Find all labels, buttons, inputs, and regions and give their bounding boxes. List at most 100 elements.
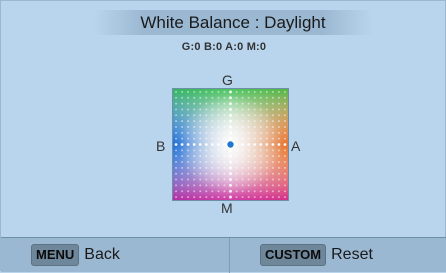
grid-dot bbox=[247, 102, 250, 105]
grid-dot bbox=[205, 114, 208, 117]
softkey-bar: MENU Back CUSTOM Reset bbox=[1, 237, 446, 273]
custom-key-badge[interactable]: CUSTOM bbox=[260, 244, 327, 266]
grid-dot bbox=[235, 190, 238, 193]
grid-dot bbox=[271, 108, 274, 111]
reset-softkey[interactable]: CUSTOM Reset bbox=[260, 238, 373, 272]
grid-dot bbox=[271, 172, 274, 175]
grid-dot bbox=[259, 96, 262, 99]
grid-dot bbox=[175, 137, 178, 140]
grid-dot bbox=[223, 190, 226, 193]
grid-dot bbox=[229, 90, 232, 94]
grid-dot bbox=[271, 137, 274, 140]
wb-shift-grid-canvas[interactable] bbox=[173, 89, 288, 200]
wb-cursor[interactable] bbox=[226, 140, 235, 149]
wb-shift-grid[interactable] bbox=[172, 88, 289, 201]
grid-dot bbox=[253, 90, 256, 93]
grid-dot bbox=[211, 190, 214, 193]
grid-dot bbox=[271, 190, 274, 193]
grid-dot bbox=[217, 96, 220, 99]
grid-dot bbox=[180, 143, 184, 146]
grid-dot bbox=[265, 155, 268, 158]
grid-dot bbox=[217, 155, 220, 158]
axis-label-blue: B bbox=[156, 138, 166, 154]
grid-dot bbox=[247, 131, 250, 134]
grid-dot bbox=[277, 155, 280, 158]
grid-dot bbox=[181, 149, 184, 152]
grid-dot bbox=[204, 143, 208, 146]
grid-dot bbox=[235, 143, 238, 146]
grid-dot bbox=[277, 120, 280, 123]
grid-dot bbox=[235, 178, 238, 181]
grid-dot bbox=[229, 166, 232, 170]
page-title: White Balance : Daylight bbox=[93, 10, 373, 35]
grid-dot bbox=[229, 102, 232, 106]
grid-dot bbox=[205, 137, 208, 140]
grid-dot bbox=[211, 196, 214, 199]
grid-dot bbox=[210, 143, 214, 146]
grid-dot bbox=[283, 90, 286, 93]
grid-dot bbox=[193, 90, 196, 93]
grid-dot bbox=[241, 131, 244, 134]
grid-dot bbox=[253, 190, 256, 193]
grid-dot bbox=[216, 143, 220, 146]
reset-label: Reset bbox=[331, 246, 373, 263]
grid-dot bbox=[223, 178, 226, 181]
grid-dot bbox=[241, 178, 244, 181]
grid-dot bbox=[247, 120, 250, 123]
grid-dot bbox=[253, 166, 256, 169]
grid-dot bbox=[223, 184, 226, 187]
grid-dot bbox=[211, 125, 214, 128]
grid-dot bbox=[241, 149, 244, 152]
grid-dot bbox=[205, 172, 208, 175]
grid-dot bbox=[217, 161, 220, 164]
grid-dot bbox=[175, 108, 178, 111]
grid-dot bbox=[265, 172, 268, 175]
grid-dot bbox=[253, 161, 256, 164]
grid-dot bbox=[199, 108, 202, 111]
grid-dot bbox=[271, 155, 274, 158]
grid-dot bbox=[205, 90, 208, 93]
grid-dot bbox=[187, 114, 190, 117]
grid-dot bbox=[187, 137, 190, 140]
grid-dot bbox=[205, 196, 208, 199]
grid-dot bbox=[211, 137, 214, 140]
back-softkey[interactable]: MENU Back bbox=[31, 238, 120, 272]
grid-dot bbox=[211, 184, 214, 187]
grid-dot bbox=[175, 96, 178, 99]
menu-key-badge[interactable]: MENU bbox=[31, 244, 80, 266]
grid-dot bbox=[283, 114, 286, 117]
grid-dot bbox=[193, 114, 196, 117]
grid-dot bbox=[193, 155, 196, 158]
grid-dot bbox=[175, 102, 178, 105]
grid-dot bbox=[187, 172, 190, 175]
grid-dot bbox=[175, 125, 178, 128]
grid-dot bbox=[211, 108, 214, 111]
grid-dot bbox=[217, 131, 220, 134]
grid-dot bbox=[241, 166, 244, 169]
grid-dot bbox=[235, 137, 238, 140]
grid-dot bbox=[235, 172, 238, 175]
grid-dot bbox=[283, 120, 286, 123]
grid-dot bbox=[253, 131, 256, 134]
grid-dot bbox=[217, 184, 220, 187]
grid-dot bbox=[181, 137, 184, 140]
grid-dot bbox=[199, 161, 202, 164]
grid-dot bbox=[181, 90, 184, 93]
grid-dot bbox=[217, 120, 220, 123]
grid-dot bbox=[223, 90, 226, 93]
grid-dot bbox=[205, 120, 208, 123]
axis-label-amber: A bbox=[291, 138, 301, 154]
grid-dot bbox=[235, 131, 238, 134]
grid-dot bbox=[283, 149, 286, 152]
grid-dot bbox=[199, 102, 202, 105]
grid-dot bbox=[175, 155, 178, 158]
grid-dot bbox=[271, 125, 274, 128]
grid-dot bbox=[223, 155, 226, 158]
grid-dot bbox=[265, 108, 268, 111]
grid-dot bbox=[205, 166, 208, 169]
grid-dot bbox=[271, 120, 274, 123]
grid-dot bbox=[271, 161, 274, 164]
grid-dot bbox=[223, 196, 226, 199]
grid-dot bbox=[211, 166, 214, 169]
title-text: White Balance : Daylight bbox=[140, 12, 326, 32]
